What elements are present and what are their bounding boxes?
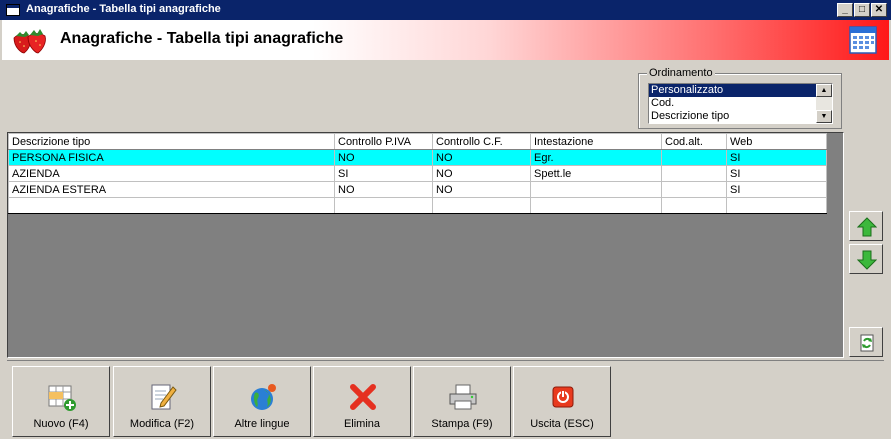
table-cell[interactable]: NO	[432, 181, 531, 198]
tipi-anagrafiche-table: Descrizione tipo Controllo P.IVA Control…	[8, 133, 827, 214]
page-title: Anagrafiche - Tabella tipi anagrafiche	[60, 30, 344, 47]
ordinamento-legend: Ordinamento	[647, 67, 715, 79]
table-cell[interactable]: NO	[432, 149, 531, 166]
edit-document-icon	[151, 384, 177, 410]
table-header-row: Descrizione tipo Controllo P.IVA Control…	[8, 133, 827, 150]
minimize-button[interactable]: _	[837, 3, 853, 17]
table-row[interactable]: AZIENDA ESTERA NO NO SI	[8, 181, 827, 198]
modifica-button[interactable]: Modifica (F2)	[113, 366, 211, 437]
table-cell[interactable]	[432, 197, 531, 214]
stampa-button[interactable]: Stampa (F9)	[413, 366, 511, 437]
printer-icon	[449, 384, 477, 410]
move-up-button[interactable]	[849, 211, 883, 241]
table-cell[interactable]	[726, 197, 827, 214]
nuovo-label: Nuovo (F4)	[33, 418, 89, 430]
ordinamento-scrollbar[interactable]: ▲ ▼	[816, 84, 832, 123]
green-arrow-down-icon	[857, 250, 877, 270]
maximize-button[interactable]: □	[854, 3, 870, 17]
table-cell[interactable]: Spett.le	[530, 165, 662, 182]
uscita-button[interactable]: Uscita (ESC)	[513, 366, 611, 437]
ordinamento-option-cod[interactable]: Cod.	[649, 97, 816, 110]
modifica-label: Modifica (F2)	[129, 418, 195, 430]
move-down-button[interactable]	[849, 244, 883, 274]
refresh-button[interactable]	[849, 327, 883, 357]
column-header[interactable]: Web	[726, 133, 827, 150]
table-cell[interactable]	[661, 149, 727, 166]
table-cell[interactable]	[661, 197, 727, 214]
uscita-label: Uscita (ESC)	[530, 418, 594, 430]
strawberries-icon	[13, 29, 46, 54]
table-row[interactable]: AZIENDA SI NO Spett.le SI	[8, 165, 827, 182]
table-cell[interactable]	[661, 181, 727, 198]
table-cell[interactable]: AZIENDA ESTERA	[8, 181, 335, 198]
column-header[interactable]: Cod.alt.	[661, 133, 727, 150]
calendar-icon[interactable]	[849, 26, 877, 54]
table-cell[interactable]	[530, 181, 662, 198]
stampa-label: Stampa (F9)	[431, 418, 493, 430]
altre-lingue-button[interactable]: Altre lingue	[213, 366, 311, 437]
altre-lingue-label: Altre lingue	[234, 418, 290, 430]
table-cell[interactable]: Egr.	[530, 149, 662, 166]
window-titlebar: Anagrafiche - Tabella tipi anagrafiche _…	[0, 0, 891, 20]
refresh-document-icon	[860, 334, 874, 352]
column-header[interactable]: Controllo P.IVA	[334, 133, 433, 150]
column-header[interactable]: Controllo C.F.	[432, 133, 531, 150]
table-cell[interactable]: SI	[334, 165, 433, 182]
table-row[interactable]: PERSONA FISICA NO NO Egr. SI	[8, 149, 827, 166]
delete-x-icon	[350, 384, 376, 410]
elimina-button[interactable]: Elimina	[313, 366, 411, 437]
bottom-toolbar: Nuovo (F4) Modifica (F2) Altre lingue El…	[7, 360, 884, 437]
table-row-empty[interactable]	[8, 197, 827, 214]
table-cell[interactable]: NO	[334, 181, 433, 198]
grid-panel: Descrizione tipo Controllo P.IVA Control…	[7, 132, 844, 358]
table-cell[interactable]: SI	[726, 181, 827, 198]
table-cell[interactable]: AZIENDA	[8, 165, 335, 182]
table-cell[interactable]	[8, 197, 335, 214]
close-button[interactable]: ✕	[871, 3, 887, 17]
scroll-down-icon[interactable]: ▼	[816, 110, 832, 123]
ordinamento-listbox[interactable]: Personalizzato Cod. Descrizione tipo ▲ ▼	[648, 83, 833, 124]
globe-icon	[251, 384, 276, 410]
window-app-icon	[6, 4, 20, 16]
header-banner: Anagrafiche - Tabella tipi anagrafiche	[2, 20, 889, 60]
table-cell[interactable]	[530, 197, 662, 214]
green-arrow-up-icon	[857, 217, 877, 237]
column-header[interactable]: Descrizione tipo	[8, 133, 335, 150]
table-cell[interactable]	[334, 197, 433, 214]
elimina-label: Elimina	[343, 418, 381, 430]
scroll-up-icon[interactable]: ▲	[816, 84, 832, 97]
table-cell[interactable]: NO	[334, 149, 433, 166]
ordinamento-option-descrizione[interactable]: Descrizione tipo	[649, 110, 816, 123]
table-cell[interactable]: SI	[726, 165, 827, 182]
table-cell[interactable]	[661, 165, 727, 182]
window-title: Anagrafiche - Tabella tipi anagrafiche	[26, 3, 221, 15]
exit-icon	[552, 386, 574, 408]
new-table-icon	[48, 385, 76, 411]
table-cell[interactable]: SI	[726, 149, 827, 166]
column-header[interactable]: Intestazione	[530, 133, 662, 150]
table-cell[interactable]: NO	[432, 165, 531, 182]
ordinamento-option-personalizzato[interactable]: Personalizzato	[649, 84, 816, 97]
nuovo-button[interactable]: Nuovo (F4)	[12, 366, 110, 437]
table-cell[interactable]: PERSONA FISICA	[8, 149, 335, 166]
